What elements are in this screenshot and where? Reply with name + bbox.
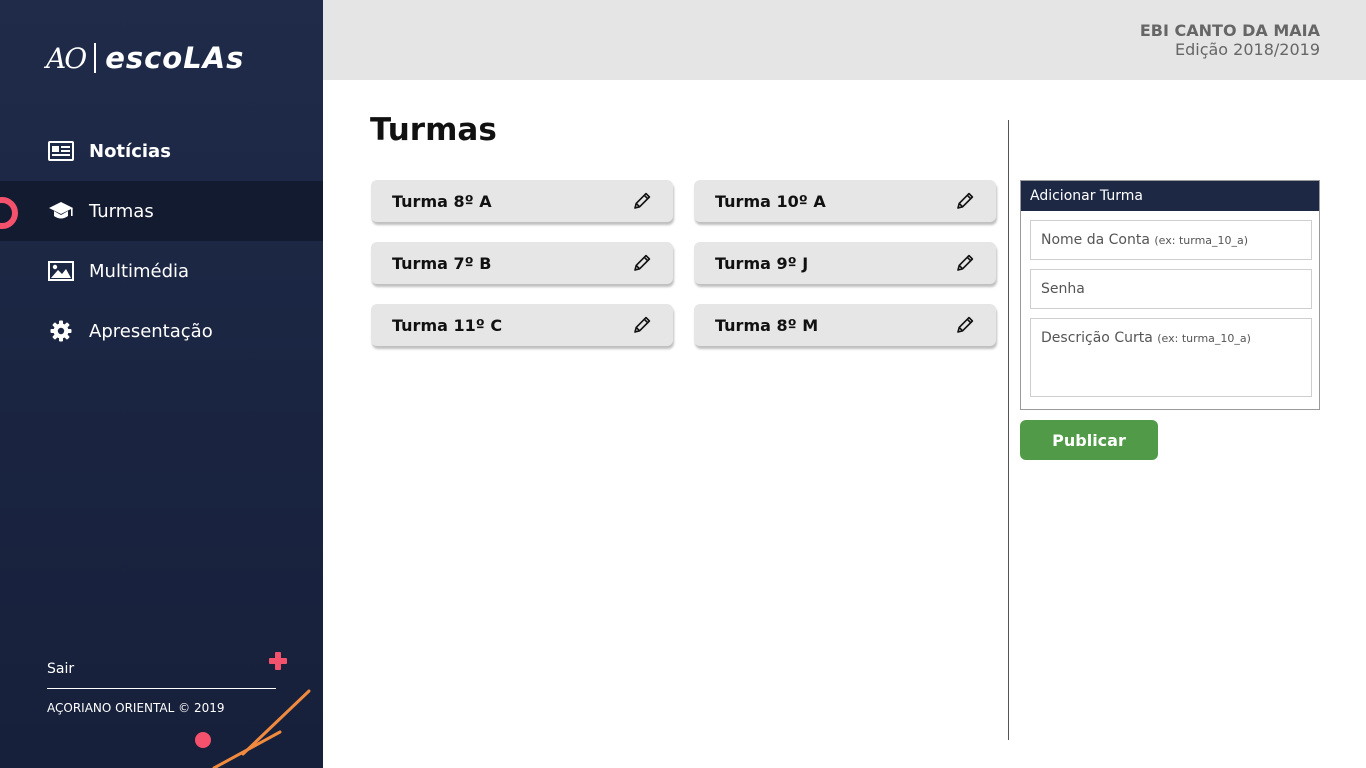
sidebar: AO escoLAs Notícias Turmas Multimédia Ap… — [0, 0, 323, 768]
turma-card[interactable]: Turma 11º C — [371, 304, 673, 346]
description-placeholder: Descrição Curta — [1041, 330, 1153, 346]
sidebar-item-apresentacao[interactable]: Apresentação — [0, 301, 323, 361]
turmas-grid: Turma 8º A Turma 10º A Turma 7º B Turma … — [371, 180, 997, 346]
password-field[interactable]: Senha — [1030, 269, 1312, 309]
turma-label: Turma 10º A — [715, 191, 826, 211]
add-turma-form: Adicionar Turma Nome da Conta (ex: turma… — [1020, 180, 1320, 410]
pencil-icon[interactable] — [954, 190, 976, 212]
pencil-icon[interactable] — [631, 190, 653, 212]
publish-button[interactable]: Publicar — [1020, 420, 1158, 460]
pencil-icon[interactable] — [631, 252, 653, 274]
pencil-icon[interactable] — [631, 314, 653, 336]
pencil-icon[interactable] — [954, 314, 976, 336]
sidebar-item-turmas[interactable]: Turmas — [0, 181, 323, 241]
school-edition: Edição 2018/2019 — [1174, 40, 1320, 59]
form-title: Adicionar Turma — [1021, 181, 1319, 211]
graduation-cap-icon — [47, 200, 74, 222]
turma-label: Turma 8º A — [392, 191, 492, 211]
active-indicator — [0, 197, 18, 229]
description-field[interactable]: Descrição Curta (ex: turma_10_a) — [1030, 318, 1312, 397]
sidebar-item-noticias[interactable]: Notícias — [0, 121, 323, 181]
turma-label: Turma 8º M — [715, 315, 819, 335]
turma-card[interactable]: Turma 10º A — [694, 180, 996, 222]
sidebar-item-label: Turmas — [89, 200, 154, 222]
pencil-icon[interactable] — [954, 252, 976, 274]
description-hint: (ex: turma_10_a) — [1157, 332, 1251, 345]
image-icon — [47, 260, 74, 282]
school-name: EBI CANTO DA MAIA — [1139, 21, 1320, 40]
account-name-hint: (ex: turma_10_a) — [1154, 234, 1249, 247]
turma-card[interactable]: Turma 8º A — [371, 180, 673, 222]
top-header: EBI CANTO DA MAIA Edição 2018/2019 — [323, 0, 1366, 80]
turma-card[interactable]: Turma 8º M — [694, 304, 996, 346]
sidebar-item-label: Multimédia — [89, 260, 190, 282]
turma-card[interactable]: Turma 9º J — [694, 242, 996, 284]
sidebar-item-label: Apresentação — [89, 320, 213, 342]
logo-escolas-text: escoLAs — [105, 41, 245, 75]
logout-link[interactable]: Sair — [47, 661, 74, 677]
gear-icon — [47, 320, 74, 342]
turma-card[interactable]: Turma 7º B — [371, 242, 673, 284]
account-name-field[interactable]: Nome da Conta (ex: turma_10_a) — [1030, 220, 1312, 260]
turma-label: Turma 9º J — [715, 253, 809, 273]
account-name-placeholder: Nome da Conta — [1041, 232, 1150, 248]
turma-label: Turma 7º B — [392, 253, 492, 273]
sidebar-nav: Notícias Turmas Multimédia Apresentação — [0, 121, 323, 361]
decorative-lines — [212, 689, 311, 768]
sidebar-item-multimedia[interactable]: Multimédia — [0, 241, 323, 301]
newspaper-icon — [47, 140, 74, 162]
page-title: Turmas — [370, 112, 497, 148]
content-divider — [1008, 120, 1009, 740]
copyright-text: AÇORIANO ORIENTAL © 2019 — [47, 701, 225, 715]
password-placeholder: Senha — [1041, 281, 1085, 297]
sidebar-item-label: Notícias — [89, 140, 171, 162]
turma-label: Turma 11º C — [392, 315, 503, 335]
app-logo[interactable]: AO escoLAs — [46, 40, 244, 76]
logo-divider — [94, 43, 97, 73]
plus-icon — [269, 652, 287, 670]
logo-ao-text: AO — [46, 41, 87, 75]
